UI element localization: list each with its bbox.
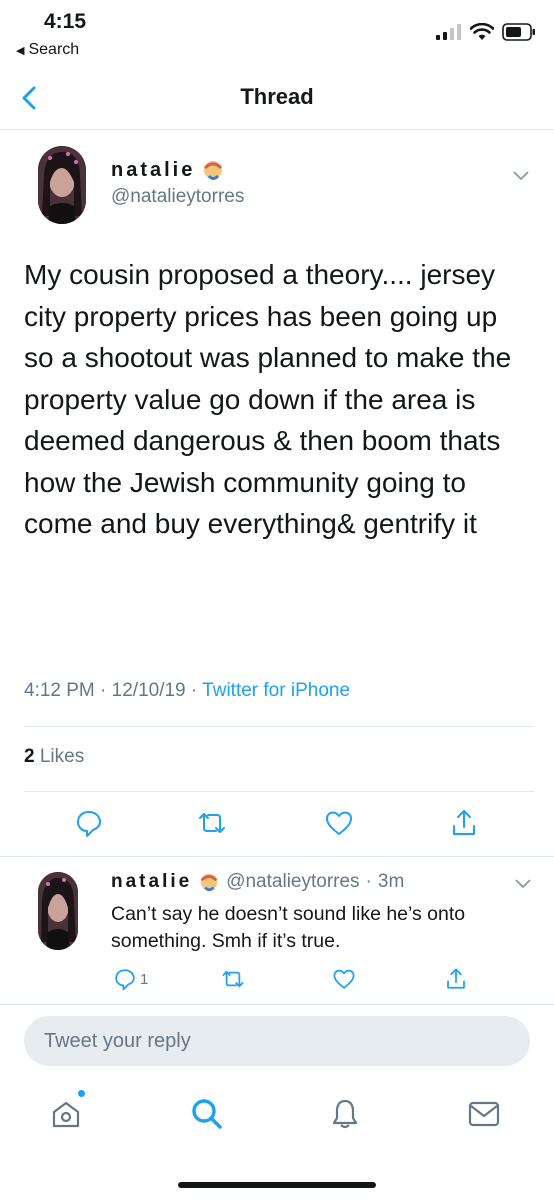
retweet-button[interactable] [195,806,229,840]
reply-author[interactable]: natalie @natalieytorres · 3m [111,871,404,893]
reply-button[interactable] [72,806,106,840]
home-indicator [178,1182,376,1188]
tab-notifications[interactable] [325,1094,365,1134]
tweet-date: 12/10/19 [111,680,186,701]
caret-down-icon[interactable] [512,170,530,182]
main-tweet-author[interactable]: natalie [111,158,225,182]
reply-text: Can’t say he doesn’t sound like he’s ont… [111,903,466,952]
tab-home[interactable] [46,1090,86,1134]
like-icon [333,969,355,989]
retweet-button[interactable] [218,964,248,994]
handle[interactable]: @natalieytorres [111,186,244,208]
back-to-app-label: Search [28,41,80,58]
nav-bar: Thread [0,66,554,130]
handle: @natalieytorres [226,871,360,892]
messages-icon [468,1101,500,1127]
reply-count: 1 [140,971,149,988]
display-name: natalie [111,158,196,181]
tab-search[interactable] [187,1094,227,1134]
meta-separator: · [190,680,203,701]
avatar[interactable] [38,146,86,224]
battery-icon [502,23,535,41]
reply-icon [115,969,135,991]
retweet-icon [199,813,225,833]
divider [0,1004,554,1005]
emoji-badge-icon [204,161,223,180]
wifi-icon [470,23,494,40]
share-button[interactable] [447,806,481,840]
tab-bar [0,1078,554,1152]
meta-separator: · [365,871,372,892]
home-icon [52,1101,80,1128]
page-title: Thread [240,84,314,109]
caret-down-icon[interactable] [514,878,532,890]
like-button[interactable] [322,806,356,840]
divider [0,856,554,857]
notifications-icon [332,1099,358,1129]
tweet-meta: 4:12 PM · 12/10/19 · Twitter for iPhone [24,680,350,702]
status-bar: 4:15 ◀ Search [0,0,554,66]
retweet-icon [222,970,244,988]
like-icon [326,811,352,835]
tweet-source-link[interactable]: Twitter for iPhone [202,680,350,701]
reply-compose-input[interactable]: Tweet your reply [24,1016,530,1066]
reply-icon [77,811,101,837]
status-time: 4:15 [44,10,87,33]
divider [24,791,534,792]
tweet-time: 4:12 PM [24,680,95,701]
tweet-text: My cousin proposed a theory.... jersey c… [24,259,512,539]
search-icon [192,1099,222,1129]
avatar-photo [38,146,86,224]
back-to-app-link[interactable]: ◀ Search [16,41,79,59]
likes-label: Likes [39,746,85,767]
reply-button[interactable] [110,964,140,994]
avatar[interactable] [38,872,78,950]
likes-count: 2 [24,746,35,767]
reply-age: 3m [377,871,405,892]
new-content-dot [78,1090,85,1097]
share-icon [453,810,475,835]
display-name: natalie [111,871,193,892]
emoji-badge-icon [200,873,218,892]
tab-messages[interactable] [464,1094,504,1134]
back-triangle-icon: ◀ [16,45,25,57]
like-button[interactable] [329,964,359,994]
share-button[interactable] [441,964,471,994]
status-icons [436,22,536,42]
divider [24,726,534,727]
likes-summary[interactable]: 2 Likes [24,746,84,768]
signal-icon [436,24,461,40]
meta-separator: · [100,680,112,701]
share-icon [447,968,465,989]
avatar-photo [38,872,78,950]
